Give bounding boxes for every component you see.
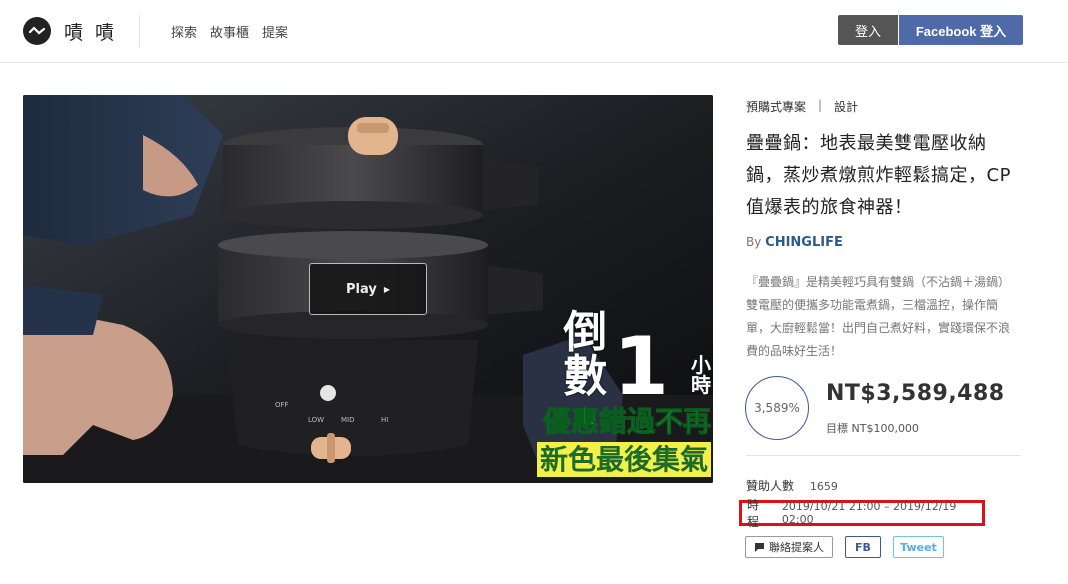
project-category: 預購式專案 | 設計: [746, 98, 858, 115]
high-label: HI: [381, 416, 388, 424]
main-nav: 探索 故事櫃 提案: [171, 22, 288, 41]
project-schedule: 時程 2019/10/21 21:00 – 2019/12/19 02:00: [739, 498, 985, 529]
login-button[interactable]: 登入: [838, 15, 898, 45]
logo-text[interactable]: 嘖 嘖: [64, 18, 117, 45]
promo-countdown-unit: 小時: [691, 353, 711, 397]
contact-creator-label: 聯絡提案人: [769, 541, 824, 554]
nav-propose[interactable]: 提案: [262, 22, 288, 41]
site-header: 嘖 嘖 探索 故事櫃 提案 登入 Facebook 登入: [0, 0, 1068, 63]
category-tag[interactable]: 預購式專案: [746, 98, 806, 115]
promo-overlay: 倒數 1 小時 優惠錯過不再 新色最後集氣: [528, 307, 712, 478]
by-label: By: [746, 235, 762, 249]
project-description: 『疊疊鍋』是精美輕巧具有雙鍋（不沾鍋＋湯鍋）雙電壓的便攜多功能電煮鍋，三檔溫控，…: [746, 275, 1011, 358]
funding-goal: 目標 NT$100,000: [826, 420, 919, 436]
mid-label: MID: [341, 416, 355, 424]
project-actions: 聯絡提案人 FB Tweet: [745, 536, 944, 558]
goal-value: NT$100,000: [851, 422, 919, 435]
tweet-button[interactable]: Tweet: [893, 536, 944, 558]
off-label: OFF: [275, 401, 289, 409]
play-label: Play: [346, 281, 377, 297]
nav-explore[interactable]: 探索: [171, 22, 197, 41]
project-video[interactable]: OFF LOW MID HI Play ▶ 倒數 1 小時 優惠錯過不再 新色最…: [23, 95, 713, 483]
facebook-share-button[interactable]: FB: [845, 536, 881, 558]
facebook-login-button[interactable]: Facebook 登入: [899, 15, 1023, 45]
subcategory-tag[interactable]: 設計: [834, 98, 858, 115]
header-divider: [139, 15, 140, 47]
nav-stories[interactable]: 故事櫃: [210, 22, 249, 41]
goal-label: 目標: [826, 422, 848, 435]
promo-line-3: 新色最後集氣: [536, 441, 711, 478]
play-triangle-icon: ▶: [383, 284, 390, 294]
promo-countdown-prefix: 倒數: [563, 307, 608, 402]
promo-countdown-number: 1: [613, 320, 669, 413]
zeczec-logo-icon[interactable]: [23, 17, 51, 45]
backers-value: 1659: [809, 480, 838, 493]
creator-byline: By CHINGLIFE: [746, 235, 843, 250]
project-title: 疊疊鍋：地表最美雙電壓收納鍋，蒸炒煮燉煎炸輕鬆搞定，CP值爆表的旅食神器！: [746, 133, 1011, 218]
promo-line-2: 優惠錯過不再: [542, 405, 711, 438]
creator-link[interactable]: CHINGLIFE: [765, 235, 843, 250]
stats-divider: [746, 455, 1021, 456]
funding-progress-circle: 3,589%: [745, 376, 809, 440]
funding-percent: 3,589%: [754, 401, 800, 415]
category-separator: |: [818, 98, 823, 112]
schedule-dates: 2019/10/21 21:00 – 2019/12/19 02:00: [781, 500, 957, 526]
schedule-label: 時程: [747, 498, 760, 529]
funding-amount: NT$3,589,488: [826, 381, 1005, 406]
low-label: LOW: [308, 416, 324, 424]
backers-label: 贊助人數: [746, 479, 795, 493]
backers-count: 贊助人數 1659: [746, 477, 838, 494]
contact-creator-button[interactable]: 聯絡提案人: [745, 536, 833, 558]
chat-bubble-icon: [755, 542, 764, 552]
play-button[interactable]: Play ▶: [309, 263, 427, 315]
